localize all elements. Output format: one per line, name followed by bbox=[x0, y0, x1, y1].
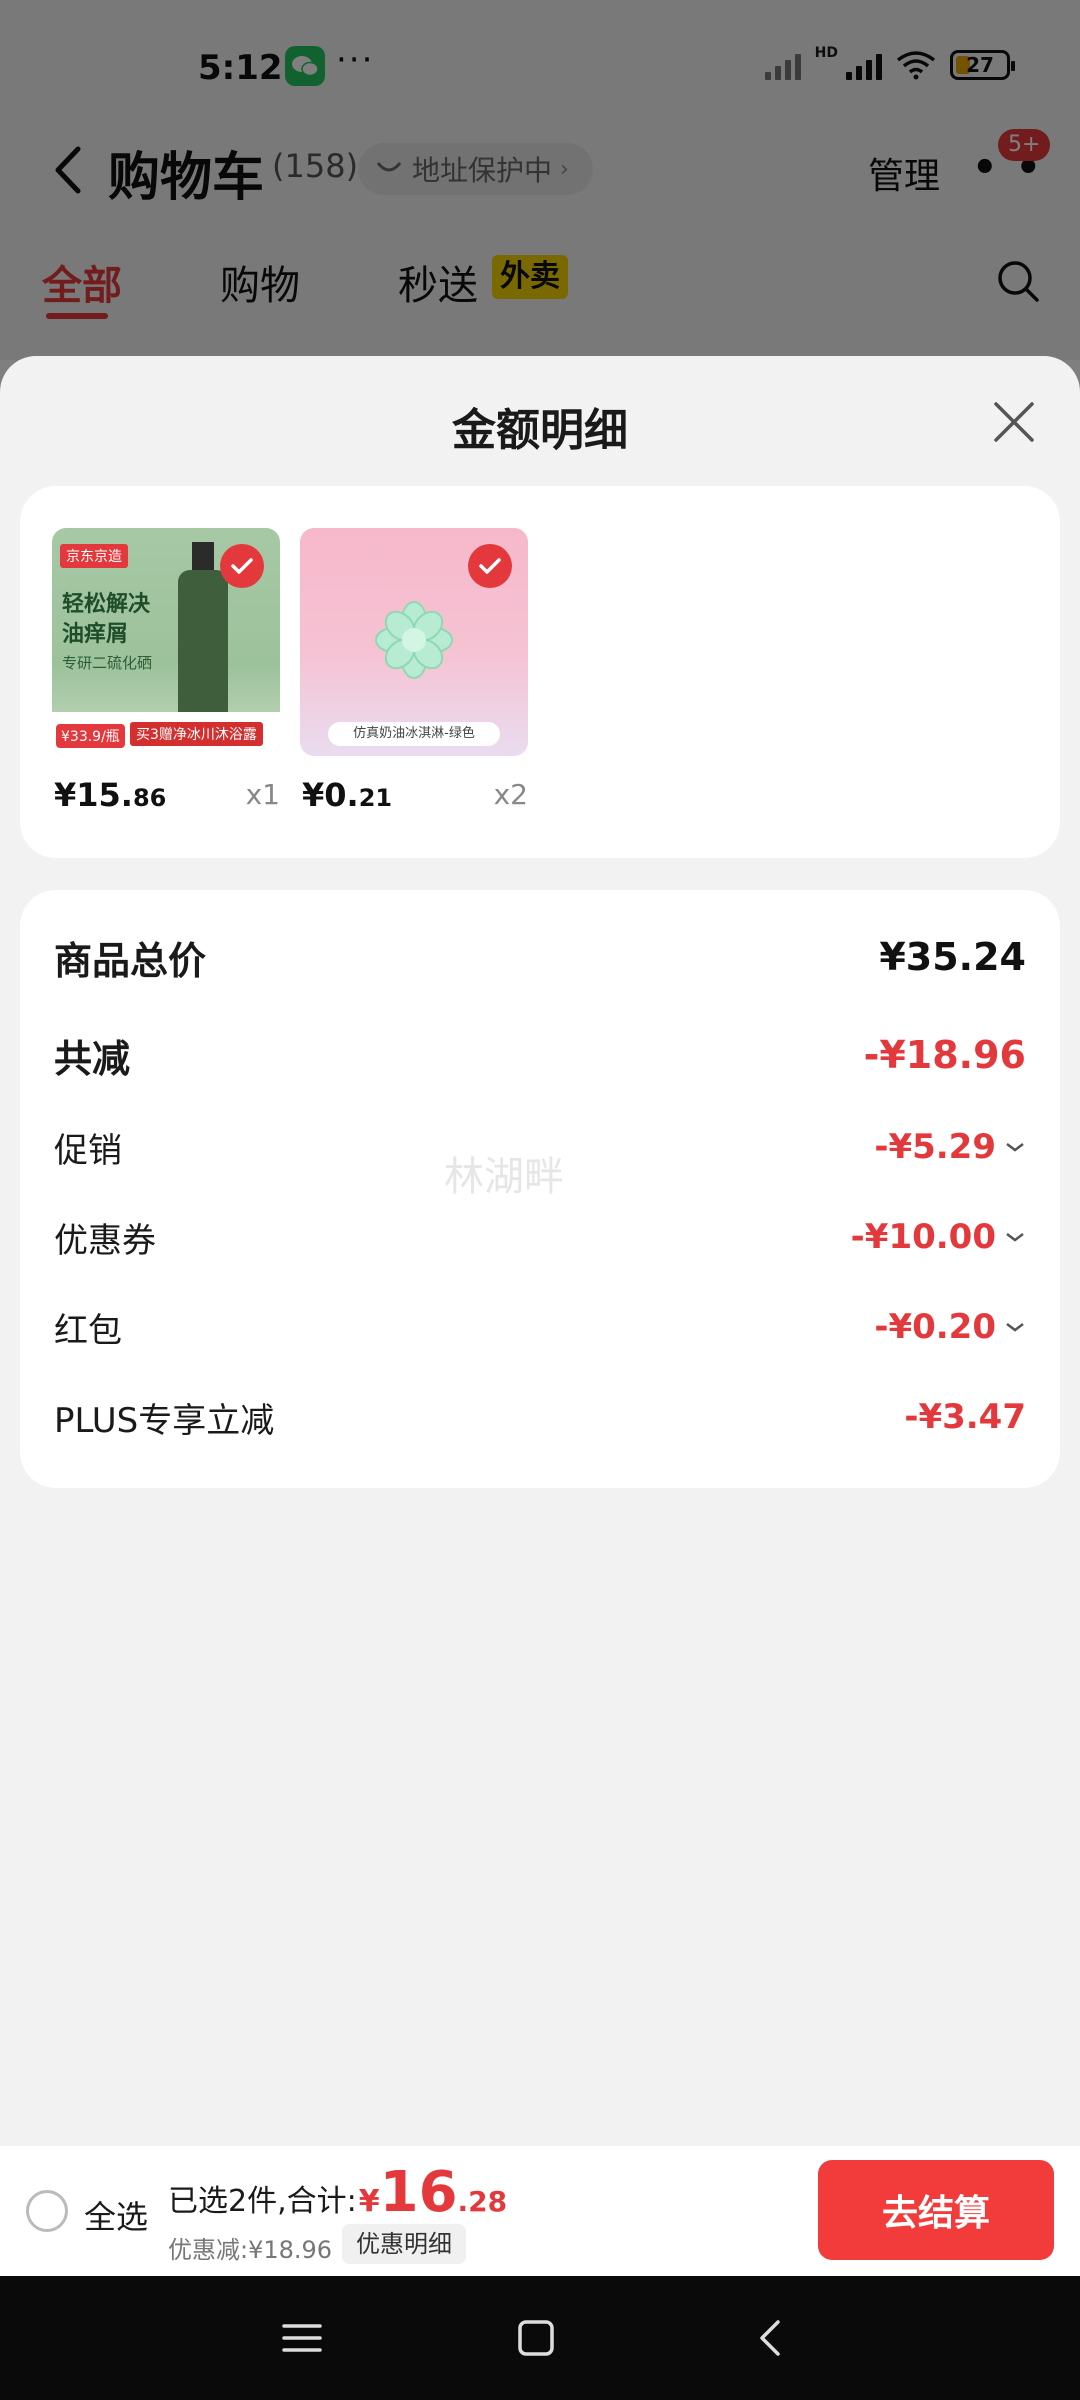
total-reduction-value: -¥18.96 bbox=[863, 1033, 1026, 1077]
watermark-text: 林湖畔 bbox=[444, 1154, 564, 1200]
promotion-value: -¥5.29 bbox=[874, 1127, 996, 1167]
product-price: ¥0.21 bbox=[302, 776, 392, 814]
bottle-pump bbox=[192, 542, 214, 572]
back-nav-icon[interactable] bbox=[750, 2316, 794, 2360]
product-image-headline: 轻松解决 bbox=[62, 592, 151, 617]
checked-icon[interactable] bbox=[468, 544, 512, 588]
select-all-label[interactable]: 全选 bbox=[84, 2192, 148, 2238]
menu-icon[interactable] bbox=[280, 2316, 324, 2360]
product-price-main: ¥15. bbox=[54, 776, 133, 814]
close-icon[interactable] bbox=[990, 398, 1038, 446]
product-price-decimal: 21 bbox=[358, 784, 393, 812]
product-promo-strip: ¥33.9/瓶 买3赠净冰川沐浴露 bbox=[52, 712, 280, 756]
chevron-down-icon[interactable] bbox=[1004, 1320, 1026, 1334]
product-image-subline: 专研二硫化硒 bbox=[62, 654, 153, 672]
total-reduction-row: 共减 -¥18.96 bbox=[54, 1030, 1026, 1081]
sheet-title: 金额明细 bbox=[452, 405, 628, 456]
product-quantity: x1 bbox=[245, 778, 280, 811]
total-reduction-label: 共减 bbox=[54, 1036, 131, 1081]
product-quantity: x2 bbox=[493, 778, 528, 811]
product-price: ¥15.86 bbox=[54, 776, 166, 814]
selected-products-card: 京东京造 轻松解决 油痒屑 专研二硫化硒 ¥33.9/瓶 买3赠净冰川沐浴露 ¥… bbox=[20, 486, 1060, 858]
red-packet-value-wrap: -¥0.20 bbox=[874, 1307, 1026, 1347]
shampoo-bottle bbox=[178, 570, 228, 720]
product-image-headline: 油痒屑 bbox=[62, 622, 129, 647]
plus-discount-label: PLUS专享立减 bbox=[54, 1400, 275, 1441]
system-nav-bar bbox=[0, 2276, 1080, 2400]
coupon-value: -¥10.00 bbox=[850, 1217, 996, 1257]
price-breakdown-card: 商品总价 ¥35.24 共减 -¥18.96 促销 -¥5.29 优惠券 -¥1… bbox=[20, 890, 1060, 1488]
product-promo-text: 买3赠净冰川沐浴露 bbox=[130, 722, 263, 746]
product-image[interactable]: 仿真奶油冰淇淋-绿色 bbox=[300, 528, 528, 756]
select-all-radio[interactable] bbox=[26, 2190, 68, 2232]
red-packet-value: -¥0.20 bbox=[874, 1307, 996, 1347]
total-price-value: ¥35.24 bbox=[879, 935, 1026, 979]
selected-summary-label: 已选2件,合计: bbox=[168, 2184, 357, 2219]
checked-icon[interactable] bbox=[220, 544, 264, 588]
coupon-value-wrap: -¥10.00 bbox=[851, 1217, 1026, 1257]
checkout-bar: 全选 已选2件,合计: ¥ 16 .28 优惠减:¥18.96 优惠明细 去结算 bbox=[0, 2146, 1080, 2276]
plus-discount-row: PLUS专享立减 -¥3.47 bbox=[54, 1392, 1026, 1442]
total-price-label: 商品总价 bbox=[54, 938, 207, 983]
checkout-button[interactable]: 去结算 bbox=[818, 2160, 1054, 2260]
price-detail-sheet: 金额明细 京东京造 轻松解决 油痒屑 专研二硫化硒 ¥33.9/瓶 买3赠净冰川… bbox=[0, 356, 1080, 2146]
product-price-main: ¥0. bbox=[302, 776, 359, 814]
promotion-value-wrap: -¥5.29 bbox=[874, 1127, 1026, 1167]
product-item[interactable]: 京东京造 轻松解决 油痒屑 专研二硫化硒 ¥33.9/瓶 买3赠净冰川沐浴露 ¥… bbox=[52, 528, 280, 814]
product-brand-tag: 京东京造 bbox=[60, 544, 128, 568]
coupon-label: 优惠券 bbox=[54, 1220, 156, 1261]
chevron-down-icon[interactable] bbox=[1004, 1140, 1026, 1154]
ice-cream-swirl-icon bbox=[375, 601, 453, 679]
total-price-row: 商品总价 ¥35.24 bbox=[54, 932, 1026, 983]
product-image-label: 仿真奶油冰淇淋-绿色 bbox=[328, 722, 500, 746]
total-currency: ¥ bbox=[358, 2184, 380, 2219]
total-amount-decimal: .28 bbox=[457, 2185, 508, 2218]
selected-summary: 已选2件,合计: ¥ 16 .28 bbox=[168, 2160, 507, 2225]
product-promo-price: ¥33.9/瓶 bbox=[56, 724, 125, 748]
total-amount-integer: 16 bbox=[379, 2160, 458, 2225]
coupon-row[interactable]: 优惠券 -¥10.00 bbox=[54, 1212, 1026, 1262]
discount-detail-button[interactable]: 优惠明细 bbox=[342, 2224, 466, 2264]
discount-saved-text: 优惠减:¥18.96 bbox=[168, 2236, 333, 2264]
plus-discount-value: -¥3.47 bbox=[904, 1397, 1026, 1437]
red-packet-row[interactable]: 红包 -¥0.20 bbox=[54, 1302, 1026, 1352]
product-item[interactable]: 仿真奶油冰淇淋-绿色 ¥0.21 x2 bbox=[300, 528, 528, 814]
red-packet-label: 红包 bbox=[54, 1310, 122, 1351]
chevron-down-icon[interactable] bbox=[1004, 1230, 1026, 1244]
product-price-decimal: 86 bbox=[132, 784, 167, 812]
modal-overlay[interactable] bbox=[0, 0, 1080, 360]
home-icon[interactable] bbox=[514, 2316, 558, 2360]
product-image[interactable]: 京东京造 轻松解决 油痒屑 专研二硫化硒 ¥33.9/瓶 买3赠净冰川沐浴露 bbox=[52, 528, 280, 756]
promotion-label: 促销 bbox=[54, 1130, 122, 1171]
